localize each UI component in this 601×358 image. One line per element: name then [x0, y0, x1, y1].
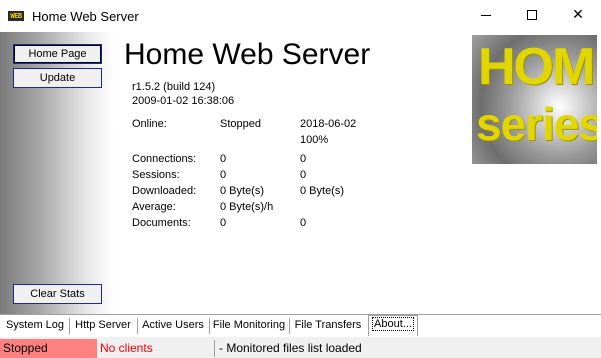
home-page-button[interactable]: Home Page — [13, 44, 102, 64]
left-panel: Home Page Update Clear Stats — [0, 32, 114, 314]
logo-line-2: series — [476, 98, 597, 150]
main-panel: Home Web Server r1.5.2 (build 124) 2009-… — [114, 32, 471, 314]
status-message: - Monitored files list loaded — [219, 341, 362, 355]
clients-status: No clients — [100, 341, 153, 355]
sessions-current: 0 — [220, 169, 227, 181]
connections-current: 0 — [220, 153, 227, 165]
tab-about[interactable]: About... — [368, 315, 418, 336]
title-bar: WEB Home Web Server ✕ — [0, 0, 601, 32]
downloaded-label: Downloaded: — [132, 185, 197, 197]
maximize-icon — [527, 10, 537, 20]
build-date-text: 2009-01-02 16:38:06 — [132, 95, 235, 107]
downloaded-current: 0 Byte(s) — [220, 185, 265, 197]
close-button[interactable]: ✕ — [555, 0, 601, 30]
maximize-button[interactable] — [509, 0, 555, 30]
status-divider — [214, 340, 215, 357]
documents-label: Documents: — [132, 217, 191, 229]
online-label: Online: — [132, 118, 167, 130]
page-title: Home Web Server — [124, 38, 371, 71]
downloaded-total: 0 Byte(s) — [300, 185, 345, 197]
server-status: Stopped — [0, 339, 97, 358]
average-current: 0 Byte(s)/h — [220, 201, 274, 213]
average-label: Average: — [132, 201, 176, 213]
sessions-label: Sessions: — [132, 169, 180, 181]
home-series-logo: HOME series — [472, 35, 597, 164]
online-status: Stopped — [220, 118, 261, 130]
tab-file-monitoring[interactable]: File Monitoring — [210, 317, 288, 335]
tab-file-transfers[interactable]: File Transfers — [290, 317, 366, 335]
sessions-total: 0 — [300, 169, 307, 181]
tab-system-log[interactable]: System Log — [2, 317, 68, 335]
close-icon: ✕ — [572, 7, 584, 23]
status-bar: Stopped No clients - Monitored files lis… — [0, 336, 601, 358]
documents-current: 0 — [220, 217, 227, 229]
minimize-button[interactable] — [463, 0, 509, 30]
documents-total: 0 — [300, 217, 307, 229]
update-button[interactable]: Update — [13, 68, 102, 88]
version-text: r1.5.2 (build 124) — [132, 81, 216, 93]
tab-http-server[interactable]: Http Server — [70, 317, 136, 335]
app-icon: WEB — [8, 11, 24, 21]
online-date: 2018-06-02 — [300, 118, 357, 130]
tab-about-label: About... — [372, 317, 414, 331]
connections-label: Connections: — [132, 153, 197, 165]
online-percent: 100% — [300, 134, 329, 146]
tab-active-users[interactable]: Active Users — [138, 317, 208, 335]
logo-line-1: HOME — [478, 38, 597, 96]
tab-bar: System Log Http Server Active Users File… — [0, 314, 601, 336]
connections-total: 0 — [300, 153, 307, 165]
window-title: Home Web Server — [32, 8, 139, 24]
clear-stats-button[interactable]: Clear Stats — [13, 284, 102, 304]
minimize-icon — [481, 14, 491, 16]
